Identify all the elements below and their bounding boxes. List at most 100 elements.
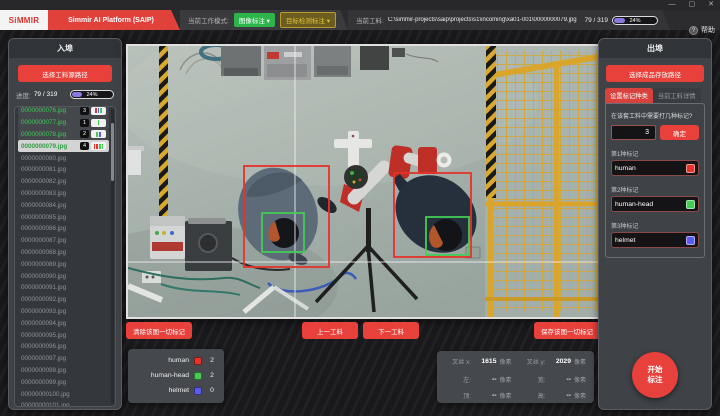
label-name-input[interactable]: helmet	[611, 232, 699, 248]
file-list-item[interactable]: 0000000078.jpg2	[18, 129, 109, 141]
legend-label-name: human-head	[135, 372, 189, 379]
legend-count: 0	[207, 387, 217, 394]
file-list-item[interactable]: 0000000085.jpg	[18, 211, 109, 223]
coordinates-panel: 叉丝 x:1615像素叉丝 y:2029像素左:--像素宽:--像素顶:--像素…	[437, 351, 594, 403]
legend-count: 2	[207, 372, 217, 379]
file-mark-count-badge: 1	[80, 119, 89, 127]
coordinate-cell: 叉丝 y:2029像素	[520, 356, 587, 367]
start-annotation-button[interactable]: 开始 标注	[632, 352, 678, 398]
coordinate-unit: 像素	[499, 357, 511, 366]
coordinate-label: 顶:	[445, 391, 471, 400]
tab-set-label-types[interactable]: 设置标记种类	[605, 88, 653, 103]
window-titlebar: — ▢ ✕	[0, 0, 720, 10]
file-list-item[interactable]: 0000000098.jpg	[18, 365, 109, 377]
file-list-scrollbar[interactable]	[111, 109, 114, 404]
file-list-item[interactable]: 0000000093.jpg	[18, 306, 109, 318]
legend-label-name: helmet	[135, 387, 189, 394]
current-file-segment: 当前工料: C:\simmir-projects\saip\projects\s…	[348, 10, 670, 30]
file-list-item[interactable]: 0000000091.jpg	[18, 282, 109, 294]
file-list-item[interactable]: 0000000083.jpg	[18, 188, 109, 200]
coordinate-cell: 叉丝 x:1615像素	[445, 356, 512, 367]
mode-dropdown-image-annotation[interactable]: 图像标注 ▾	[234, 13, 275, 27]
legend-color-swatch	[194, 357, 202, 365]
label-type-group: 第2种标记human-head	[611, 185, 699, 212]
label-legend-panel: human 2human-head 2 helmet 0	[128, 349, 224, 403]
file-name: 0000000081.jpg	[21, 166, 106, 173]
close-icon[interactable]: ✕	[708, 0, 714, 10]
label-count-input[interactable]: 3	[611, 125, 656, 140]
label-type-group: 第1种标记human	[611, 149, 699, 176]
file-list-item[interactable]: 0000000084.jpg	[18, 199, 109, 211]
coordinate-label: 叉丝 y:	[520, 357, 546, 366]
canvas-actions: 清除该图一切标记 上一工料 下一工料 保存该图一切标记	[126, 322, 600, 339]
work-mode-segment: 当前工作模式: 图像标注 ▾ 目标检测标注 ▾	[180, 10, 348, 30]
label-color-swatch[interactable]	[686, 164, 695, 173]
file-list-item[interactable]: 0000000095.jpg	[18, 329, 109, 341]
legend-color-swatch	[194, 387, 202, 395]
file-list[interactable]: 0000000076.jpg30000000077.jpg10000000078…	[14, 106, 116, 407]
input-panel: 入埠 选择工料源路径 进度: 79 / 319 24% 0000000076.j…	[8, 38, 122, 410]
tab-current-item-details[interactable]: 当前工料详情	[653, 88, 701, 103]
legend-row: human-head 2	[135, 368, 217, 383]
file-list-item[interactable]: 0000000086.jpg	[18, 223, 109, 235]
file-name: 0000000095.jpg	[21, 332, 106, 339]
coordinate-unit: 像素	[574, 357, 586, 366]
select-source-path-button[interactable]: 选择工料源路径	[18, 65, 112, 82]
current-file-label: 当前工料:	[356, 15, 384, 25]
file-name: 0000000092.jpg	[21, 296, 106, 303]
next-item-button[interactable]: 下一工料	[363, 322, 419, 339]
file-list-item[interactable]: 0000000099.jpg	[18, 376, 109, 388]
output-panel-title: 出埠	[599, 39, 711, 58]
file-list-item[interactable]: 0000000089.jpg	[18, 258, 109, 270]
file-list-item[interactable]: 0000000082.jpg	[18, 176, 109, 188]
progress-label: 进度:	[16, 90, 31, 100]
file-name: 0000000080.jpg	[21, 155, 106, 162]
file-list-item[interactable]: 0000000090.jpg	[18, 270, 109, 282]
file-list-item[interactable]: 0000000092.jpg	[18, 294, 109, 306]
file-list-item[interactable]: 0000000097.jpg	[18, 353, 109, 365]
label-name-value: human	[615, 165, 686, 172]
file-list-item[interactable]: 0000000094.jpg	[18, 317, 109, 329]
file-list-item[interactable]: 0000000076.jpg3	[18, 106, 109, 117]
mode-dropdown-detection[interactable]: 目标检测标注 ▾	[280, 12, 336, 28]
file-list-item[interactable]: 0000000081.jpg	[18, 164, 109, 176]
file-list-item[interactable]: 00000000100.jpg	[18, 388, 109, 400]
file-list-item[interactable]: 0000000096.jpg	[18, 341, 109, 353]
annotation-canvas[interactable]	[126, 44, 600, 319]
scrollbar-thumb[interactable]	[111, 123, 114, 181]
clear-marks-button[interactable]: 清除该图一切标记	[126, 322, 192, 339]
label-color-swatch[interactable]	[686, 200, 695, 209]
help-button[interactable]: ? 帮助	[689, 20, 715, 40]
safety-fence	[485, 46, 598, 317]
label-type-caption: 第3种标记	[611, 221, 699, 230]
prev-item-button[interactable]: 上一工料	[302, 322, 358, 339]
label-type-group: 第3种标记 helmet	[611, 221, 699, 248]
save-marks-button[interactable]: 保存该图一切标记	[534, 322, 600, 339]
file-name: 0000000085.jpg	[21, 214, 106, 221]
input-panel-title: 入埠	[9, 39, 121, 58]
label-color-swatch[interactable]	[686, 236, 695, 245]
file-list-item[interactable]: 00000000101.jpg	[18, 400, 109, 407]
progress-row: 进度: 79 / 319 24%	[9, 88, 121, 101]
coordinate-value: --	[549, 376, 571, 383]
confirm-button[interactable]: 确定	[660, 125, 699, 140]
file-list-item[interactable]: 0000000077.jpg1	[18, 117, 109, 129]
label-name-input[interactable]: human-head	[611, 196, 699, 212]
coordinate-value: --	[474, 376, 496, 383]
coordinate-label: 宽:	[520, 375, 546, 384]
file-list-item[interactable]: 0000000079.jpg4	[18, 140, 109, 152]
label-groups: 第1种标记human 第2种标记human-head 第3种标记 helmet	[611, 149, 699, 248]
file-name: 0000000093.jpg	[21, 308, 106, 315]
file-list-item[interactable]: 0000000088.jpg	[18, 247, 109, 259]
select-output-path-button[interactable]: 选择成品存放路径	[606, 65, 704, 82]
maximize-icon[interactable]: ▢	[689, 0, 696, 10]
file-list-item[interactable]: 0000000080.jpg	[18, 152, 109, 164]
work-mode-label: 当前工作模式:	[188, 15, 229, 25]
label-count-question: 在该套工料中需要打几种标记?	[611, 111, 699, 120]
file-list-item[interactable]: 0000000087.jpg	[18, 235, 109, 247]
file-mark-colors	[91, 130, 106, 138]
coordinate-value: --	[549, 392, 571, 399]
legend-label-name: human	[135, 357, 189, 364]
label-name-input[interactable]: human	[611, 160, 699, 176]
minimize-icon[interactable]: —	[669, 0, 676, 10]
